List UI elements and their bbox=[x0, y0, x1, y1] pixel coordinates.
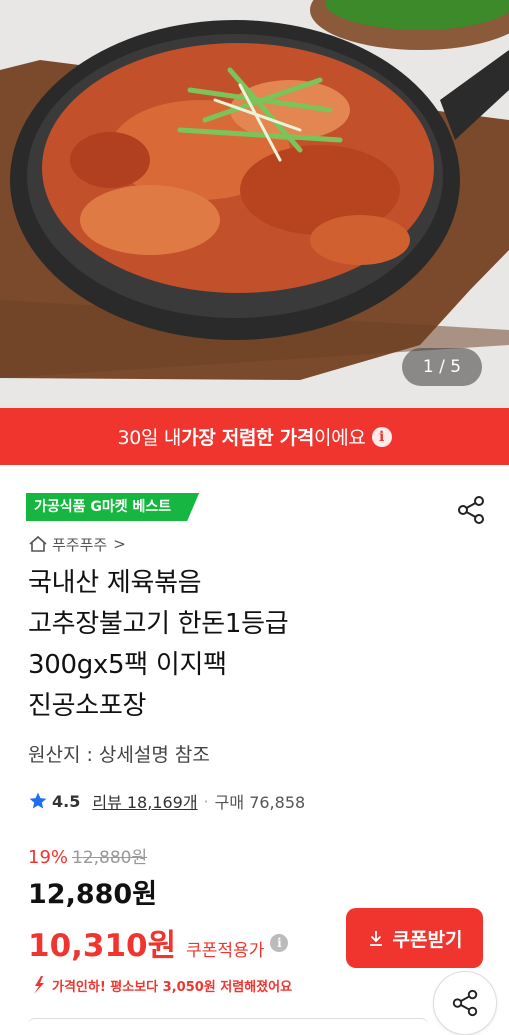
get-coupon-button[interactable]: 쿠폰받기 bbox=[346, 908, 483, 968]
purchase-count: 구매 76,858 bbox=[214, 793, 306, 812]
rating-row: 4.5 리뷰 18,169개 · 구매 76,858 bbox=[28, 789, 305, 813]
banner-text-pre: 30일 내 bbox=[117, 427, 182, 449]
price-drop-notice: 가격인하! 평소보다 3,050원 저렴해졌어요 bbox=[30, 975, 292, 995]
share-icon bbox=[452, 989, 478, 1017]
download-icon bbox=[369, 931, 382, 946]
original-price: 12,880원 bbox=[72, 848, 148, 868]
separator-dot: · bbox=[203, 791, 209, 811]
home-icon bbox=[29, 535, 47, 552]
get-coupon-label: 쿠폰받기 bbox=[392, 928, 463, 951]
title-line: 고추장불고기 한돈1등급 bbox=[28, 609, 289, 639]
title-line: 국내산 제육볶음 bbox=[28, 568, 202, 598]
lowest-price-banner[interactable]: 30일 내 가장 저렴한 가격 이에요 i bbox=[0, 408, 509, 465]
info-icon[interactable]: i bbox=[371, 426, 392, 447]
origin-info: 원산지 : 상세설명 참조 bbox=[28, 744, 210, 766]
store-link[interactable]: 푸주푸주 > bbox=[28, 532, 126, 556]
chevron-right-icon: > bbox=[113, 535, 126, 553]
image-counter: 1 / 5 bbox=[402, 348, 482, 386]
product-title: 국내산 제육볶음 고추장불고기 한돈1등급 300gx5팩 이지팩 진공소포장 bbox=[28, 563, 468, 727]
star-icon bbox=[29, 792, 47, 809]
title-line: 300gx5팩 이지팩 bbox=[28, 650, 227, 680]
coupon-price-label: 쿠폰적용가 bbox=[186, 941, 265, 961]
down-arrow-icon bbox=[34, 976, 44, 994]
discount-row: 19% 12,880원 bbox=[28, 843, 147, 868]
price-drop-text: 가격인하! 평소보다 3,050원 저렴해졌어요 bbox=[52, 979, 293, 995]
title-line: 진공소포장 bbox=[28, 691, 147, 721]
floating-share-button[interactable] bbox=[433, 971, 497, 1035]
store-name: 푸주푸주 bbox=[52, 535, 108, 554]
product-image bbox=[0, 0, 509, 408]
share-button[interactable] bbox=[455, 494, 487, 526]
rating-score: 4.5 bbox=[52, 791, 81, 811]
coupon-price: 10,310원 bbox=[28, 928, 177, 964]
review-count-link[interactable]: 리뷰 18,169개 bbox=[92, 789, 197, 813]
share-icon bbox=[458, 496, 484, 524]
banner-text-post: 이에요 bbox=[314, 427, 366, 449]
coupon-price-row: 10,310원 쿠폰적용가 i bbox=[28, 920, 289, 965]
product-image-gallery[interactable]: 1 / 5 bbox=[0, 0, 509, 408]
info-icon[interactable]: i bbox=[270, 933, 289, 952]
sale-price: 12,880원 bbox=[28, 879, 158, 910]
best-badge: 가공식품 G마켓 베스트 bbox=[26, 493, 199, 521]
discount-rate: 19% bbox=[28, 847, 69, 868]
banner-text-highlight: 가장 저렴한 가격 bbox=[181, 427, 315, 449]
